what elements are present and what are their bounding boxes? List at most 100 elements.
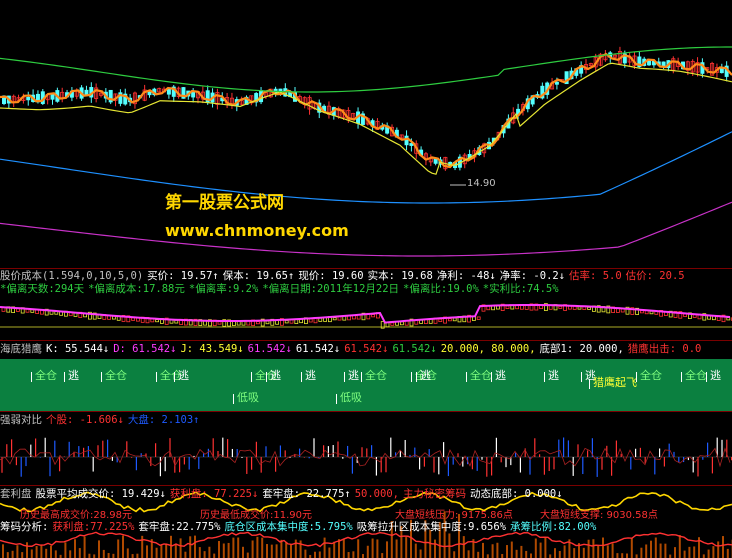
escape-signal: 逃 <box>420 369 431 382</box>
chips-volume-bar <box>208 546 211 558</box>
chips-volume-bar <box>256 536 259 558</box>
escape-signal: 逃 <box>178 369 189 382</box>
chips-volume-bar <box>318 551 321 558</box>
escape-signal-mark <box>301 372 302 382</box>
chips-volume-bar <box>98 540 100 558</box>
chips-volume-bar <box>333 541 336 558</box>
chips-volume-bar <box>645 544 648 558</box>
chips-volume-bar <box>630 538 633 558</box>
escape-signal-mark <box>344 372 345 382</box>
chips-volume-bar <box>544 536 547 558</box>
chips-volume-bar <box>107 553 110 558</box>
chips-volume-bar <box>40 544 43 558</box>
chips-volume-bar <box>678 535 681 558</box>
chips-header-item-1: 股票平均成交价: 19.429↓ <box>35 488 166 500</box>
chips-footer-item-5: 承筹比例:82.00% <box>510 521 597 533</box>
chips-volume-bar <box>338 539 340 558</box>
chips-volume-bar <box>597 545 600 558</box>
chips-volume-bar <box>266 544 268 558</box>
cost-panel[interactable]: 股价成本(1.594,0,10,5,0) 买价: 19.57↑ 保本: 19.65↑… <box>0 269 732 340</box>
chips-volume-bar <box>290 544 292 558</box>
chips-note: 大盘短线支撑: 9030.58点 <box>540 510 658 521</box>
chips-volume-bar <box>549 554 552 558</box>
cost-bar <box>390 322 395 326</box>
strength-chart-svg[interactable] <box>0 412 732 485</box>
escape-signal: 逃 <box>548 369 559 382</box>
chips-note: 大盘短线压力: 9175.86点 <box>395 510 513 521</box>
hunter-header-item-9: 底部1: 20.000, <box>539 343 624 355</box>
cost-bar <box>284 320 289 324</box>
chips-volume-bar <box>362 554 364 558</box>
chips-volume-bar <box>299 540 302 558</box>
candle-body <box>84 89 89 96</box>
full-position-signal: 全仓 <box>470 369 492 382</box>
chips-volume-bar <box>227 542 230 558</box>
chips-volume-bar <box>510 541 513 558</box>
green-ma-line <box>0 46 732 93</box>
strength-panel[interactable]: 强弱对比 个股: -1.606↓ 大盘: 2.103↑ <box>0 412 732 485</box>
chips-volume-bar <box>179 538 182 558</box>
chips-volume-bar <box>83 536 86 558</box>
full-position-signal: 全仓 <box>640 369 662 382</box>
chips-volume-bar <box>722 536 724 558</box>
escape-signal: 逃 <box>348 369 359 382</box>
full-position-signal: 全仓 <box>365 369 387 382</box>
chips-volume-bar <box>184 551 187 558</box>
main-chart-svg[interactable] <box>0 0 732 268</box>
cost-bar <box>255 321 260 325</box>
chips-volume-bar <box>405 537 408 558</box>
chips-volume-bar <box>30 549 33 558</box>
full-position-signal-mark <box>31 372 32 382</box>
chips-volume-bar <box>74 539 76 558</box>
chips-volume-bar <box>122 535 124 558</box>
cost-bar <box>332 317 337 321</box>
chips-volume-bar <box>11 550 14 558</box>
chips-volume-bar <box>554 548 556 558</box>
chips-header-item-4: 50.000, <box>354 488 399 500</box>
chips-volume-bar <box>21 552 24 558</box>
chips-volume-bar <box>136 553 139 558</box>
chips-volume-bar <box>294 539 297 558</box>
hunter-panel[interactable]: 海底猎鹰 K: 55.544↓ D: 61.542↓ J: 43.549↓ 61.542… <box>0 341 732 411</box>
escape-signal: 逃 <box>270 369 281 382</box>
full-position-signal: 全仓 <box>105 369 127 382</box>
cost-bar <box>265 320 270 325</box>
cost-bar <box>438 318 443 323</box>
chips-volume-bar <box>467 550 470 558</box>
chips-volume-bar <box>275 544 278 558</box>
chips-volume-bar <box>78 548 81 558</box>
chips-volume-bar <box>616 553 619 558</box>
chips-volume-bar <box>194 535 196 558</box>
chips-volume-bar <box>146 545 148 558</box>
chips-volume-bar <box>112 553 115 558</box>
escape-signal-mark <box>64 372 65 382</box>
chips-volume-bar <box>131 554 134 558</box>
cost-bar <box>155 319 160 323</box>
chips-note: 历史最低成交价:11.90元 <box>200 510 312 521</box>
escape-signal-mark <box>174 372 175 382</box>
candle-body <box>433 158 438 164</box>
chips-volume-bar <box>16 545 19 558</box>
escape-signal-mark <box>491 372 492 382</box>
chips-volume-bar <box>366 545 369 558</box>
chips-volume-bar <box>174 544 177 558</box>
low-buy-signal: 低吸 <box>340 391 362 404</box>
chips-panel[interactable]: 套利盘 股票平均成交价: 19.429↓ 获利盘: 77.225↓ 套牢盘: 22.7… <box>0 486 732 558</box>
main-chart-panel[interactable]: 第一股票公式网 www.chnmoney.com 14.90 <box>0 0 732 268</box>
chips-volume-bar <box>654 537 657 558</box>
chips-header-item-6: 动态底部: 0.000↓ <box>469 488 563 500</box>
hunter-header-item-1: K: 55.544↓ <box>46 343 110 355</box>
low-buy-signal-mark <box>233 394 234 404</box>
chips-volume-bar <box>525 550 528 558</box>
chips-volume-bar <box>606 545 609 558</box>
hunter-header-item-8: 20.000, 80.000, <box>440 343 536 355</box>
full-position-signal: 全仓 <box>685 369 707 382</box>
chips-volume-bar <box>342 539 345 558</box>
full-position-signal: 全仓 <box>35 369 57 382</box>
chips-volume-bar <box>602 537 604 558</box>
cost-chart-svg[interactable] <box>0 269 732 340</box>
cost-bar <box>558 305 563 309</box>
chips-volume-bar <box>93 554 96 558</box>
chips-volume-bar <box>419 549 422 558</box>
chips-volume-bar <box>64 542 67 558</box>
